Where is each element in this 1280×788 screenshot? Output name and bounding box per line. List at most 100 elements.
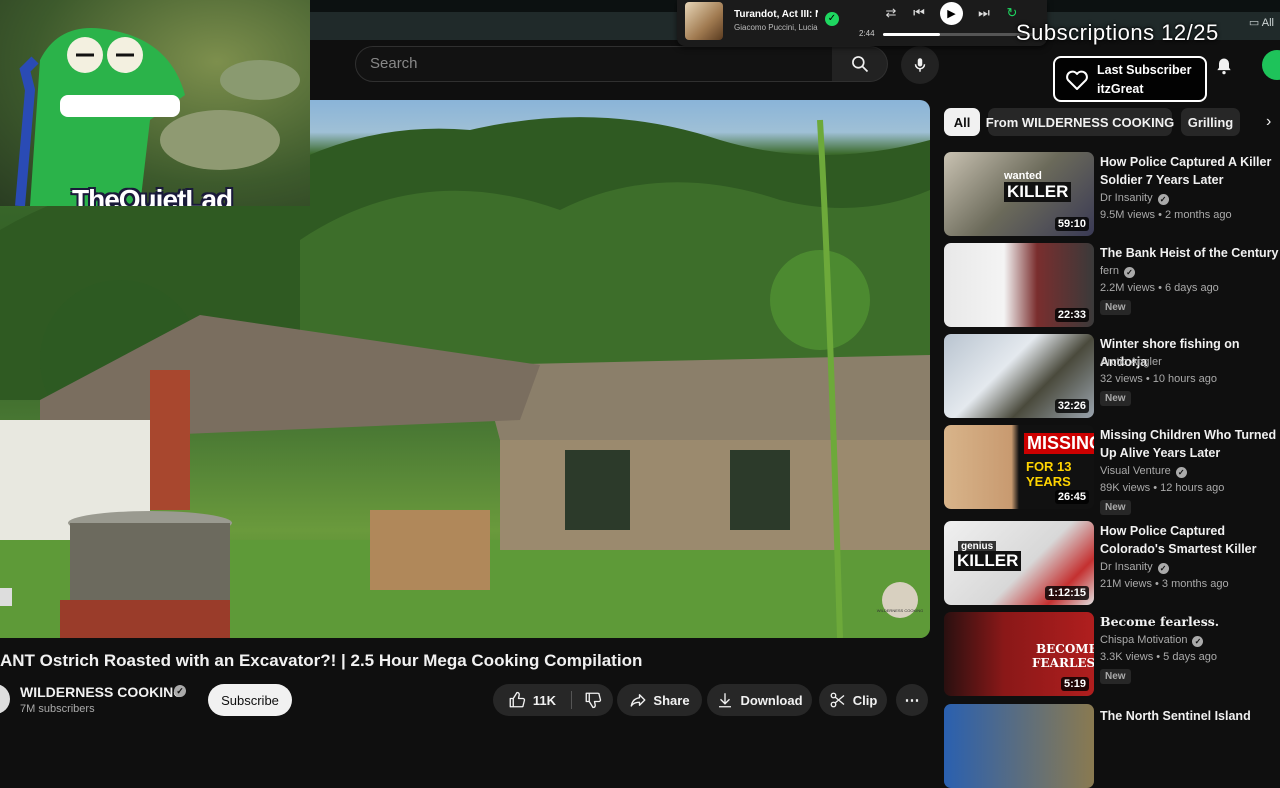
- recommendation-item[interactable]: BECOME FEARLESS 5:19 Become fearless. Ch…: [944, 612, 1280, 698]
- microphone-icon: [914, 58, 926, 72]
- video-duration: 26:45: [1054, 490, 1089, 504]
- video-duration: 32:26: [1054, 399, 1089, 413]
- voice-search-button[interactable]: [901, 46, 939, 84]
- verified-icon: ✓: [1157, 194, 1169, 205]
- video-thumbnail[interactable]: MISSING FOR 13 YEARS 26:45: [944, 425, 1094, 509]
- thumbnail-text: KILLER: [1004, 182, 1072, 202]
- search-button[interactable]: [832, 46, 888, 82]
- media-player-widget: Turandot, Act III: Nessun dorma Giacomo …: [677, 0, 1047, 46]
- recommendation-item[interactable]: 32:26 Winter shore fishing on Andorja Ar…: [944, 334, 1280, 420]
- recommendation-meta: 89K views • 12 hours ago: [1100, 482, 1225, 494]
- album-art: [685, 2, 723, 40]
- thumbs-up-icon: [509, 691, 526, 708]
- like-button[interactable]: 11K: [493, 684, 571, 716]
- previous-track-icon[interactable]: ⏮: [907, 4, 931, 22]
- recommendation-item[interactable]: The North Sentinel Island: [944, 704, 1280, 788]
- chip-all[interactable]: All: [944, 108, 980, 136]
- track-title: Turandot, Act III: Nessun dorma: [734, 9, 818, 20]
- account-avatar[interactable]: [1262, 50, 1280, 80]
- clip-button[interactable]: Clip: [819, 684, 887, 716]
- new-badge: New: [1100, 300, 1131, 315]
- recommendation-title[interactable]: The Bank Heist of the Century: [1100, 244, 1280, 262]
- saved-check-icon[interactable]: ✓: [825, 12, 839, 26]
- last-subscriber-label: Last Subscriber: [1097, 63, 1192, 77]
- chip-from-channel[interactable]: From WILDERNESS COOKING: [986, 108, 1174, 136]
- video-thumbnail[interactable]: 32:26: [944, 334, 1094, 418]
- recommendation-meta: 9.5M views • 2 months ago: [1100, 209, 1232, 221]
- video-duration: 59:10: [1054, 217, 1089, 231]
- video-thumbnail[interactable]: wanted KILLER 59:10: [944, 152, 1094, 236]
- recommendation-channel[interactable]: Dr Insanity ✓: [1100, 192, 1169, 205]
- recommendation-item[interactable]: genius KILLER 1:12:15 How Police Capture…: [944, 521, 1280, 607]
- heart-icon: [1066, 70, 1088, 90]
- next-track-icon[interactable]: ⏭: [972, 4, 996, 22]
- video-thumbnail[interactable]: genius KILLER 1:12:15: [944, 521, 1094, 605]
- search-input[interactable]: Search: [355, 46, 833, 82]
- recommendation-meta: 3.3K views • 5 days ago: [1100, 651, 1217, 663]
- recommendation-item[interactable]: 22:33 The Bank Heist of the Century fern…: [944, 243, 1280, 329]
- download-icon: [719, 693, 732, 708]
- recommendation-channel[interactable]: Visual Venture ✓: [1100, 465, 1187, 478]
- thumbnail-text: FOR 13 YEARS: [1026, 459, 1072, 489]
- like-dislike-group: 11K: [493, 684, 613, 716]
- playback-progress[interactable]: [883, 33, 1033, 36]
- recommendation-meta: 2.2M views • 6 days ago: [1100, 282, 1219, 294]
- recommendation-title[interactable]: Missing Children Who Turned Up Alive Yea…: [1100, 426, 1280, 462]
- folder-icon: ▭: [1248, 17, 1260, 29]
- notifications-button[interactable]: [1212, 54, 1236, 78]
- recommendation-title[interactable]: How Police Captured Colorado's Smartest …: [1100, 522, 1280, 558]
- track-artist: Giacomo Puccini, Luciano Pavarotti: [734, 23, 818, 32]
- channel-subscriber-count: 7M subscribers: [20, 703, 95, 715]
- shuffle-icon[interactable]: ⇄: [879, 4, 903, 22]
- share-icon: [630, 694, 646, 707]
- bell-icon: [1217, 58, 1231, 75]
- subscriptions-goal-counter: Subscriptions 12/25: [1016, 20, 1219, 45]
- webcam-overlay: TheQuietLad: [0, 0, 310, 206]
- video-thumbnail[interactable]: [944, 704, 1094, 788]
- scissors-icon: [830, 692, 845, 708]
- bookmarks-folder[interactable]: ▭ All: [1249, 16, 1274, 29]
- like-count: 11K: [532, 692, 557, 708]
- clip-label: Clip: [852, 692, 878, 708]
- verified-icon: ✓: [174, 685, 186, 697]
- channel-avatar[interactable]: [0, 684, 10, 714]
- subscribe-button[interactable]: Subscribe: [208, 684, 292, 716]
- video-thumbnail[interactable]: 22:33: [944, 243, 1094, 327]
- recommendation-title[interactable]: The North Sentinel Island: [1100, 707, 1280, 725]
- recommendation-channel[interactable]: Arctic Angler: [1100, 356, 1162, 368]
- new-badge: New: [1100, 669, 1131, 684]
- recommendation-channel[interactable]: Chispa Motivation ✓: [1100, 634, 1204, 647]
- recommendation-item[interactable]: MISSING FOR 13 YEARS 26:45 Missing Child…: [944, 425, 1280, 515]
- recommendation-meta: 32 views • 10 hours ago: [1100, 373, 1217, 385]
- dislike-button[interactable]: [572, 684, 613, 716]
- recommendation-meta: 21M views • 3 months ago: [1100, 578, 1229, 590]
- recommendation-title[interactable]: Become fearless.: [1100, 613, 1280, 631]
- video-title: ANT Ostrich Roasted with an Excavator?! …: [0, 651, 643, 670]
- share-label: Share: [653, 692, 690, 708]
- thumbs-down-icon: [585, 692, 601, 709]
- verified-icon: ✓: [1175, 467, 1187, 478]
- channel-name[interactable]: WILDERNESS COOKING: [20, 684, 184, 700]
- download-button[interactable]: Download: [707, 684, 812, 716]
- bookmark-label: All: [1261, 17, 1274, 29]
- time-elapsed: 2:44: [859, 29, 875, 38]
- recommendation-channel[interactable]: fern ✓: [1100, 265, 1135, 278]
- croc-avatar-icon: [15, 28, 300, 206]
- video-duration: 5:19: [1060, 677, 1089, 691]
- download-label: Download: [740, 692, 803, 708]
- play-icon[interactable]: ▶: [940, 2, 963, 25]
- video-thumbnail[interactable]: BECOME FEARLESS 5:19: [944, 612, 1094, 696]
- new-badge: New: [1100, 391, 1131, 406]
- more-actions-button[interactable]: ⋯: [896, 684, 928, 716]
- chip-grilling[interactable]: Grilling: [1181, 108, 1240, 136]
- player-control-icon[interactable]: [0, 588, 12, 606]
- chevron-right-icon[interactable]: ›: [1266, 108, 1271, 136]
- recommendation-title[interactable]: How Police Captured A Killer Soldier 7 Y…: [1100, 153, 1280, 189]
- playback-progress-fill: [883, 33, 940, 36]
- verified-icon: ✓: [1192, 636, 1204, 647]
- verified-icon: ✓: [1123, 267, 1135, 278]
- recommendation-channel[interactable]: Dr Insanity ✓: [1100, 561, 1169, 574]
- share-button[interactable]: Share: [617, 684, 702, 716]
- recommendation-item[interactable]: wanted KILLER 59:10 How Police Captured …: [944, 152, 1280, 238]
- last-subscriber-widget: Last Subscriber itzGreat: [1053, 56, 1207, 102]
